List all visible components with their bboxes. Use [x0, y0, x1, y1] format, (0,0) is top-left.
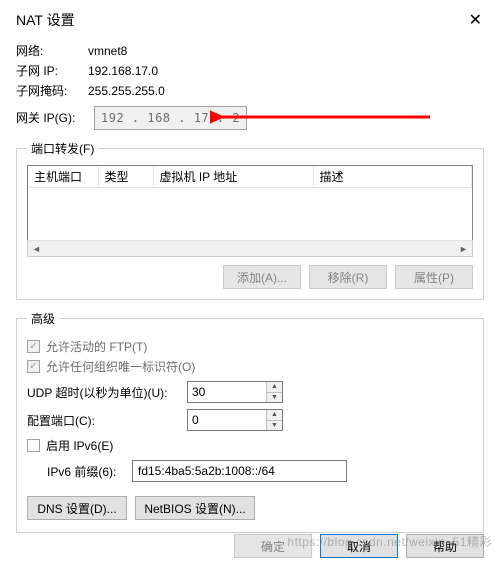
col-type[interactable]: 类型	[98, 166, 153, 188]
config-port-input[interactable]	[188, 410, 266, 430]
netbios-settings-button[interactable]: NetBIOS 设置(N)...	[135, 496, 255, 520]
help-button[interactable]: 帮助	[406, 534, 484, 558]
config-port-label: 配置端口(C):	[27, 412, 187, 429]
ipv6-prefix-input[interactable]	[132, 460, 347, 482]
allow-active-ftp-label: 允许活动的 FTP(T)	[46, 338, 147, 355]
advanced-legend: 高级	[27, 310, 59, 327]
col-description[interactable]: 描述	[313, 166, 472, 188]
properties-button[interactable]: 属性(P)	[395, 265, 473, 289]
port-forwarding-group: 端口转发(F) 主机端口 类型 虚拟机 IP 地址 描述 ◄ ► 添加(A)..…	[16, 140, 484, 300]
enable-ipv6-label: 启用 IPv6(E)	[46, 437, 113, 454]
add-button[interactable]: 添加(A)...	[223, 265, 301, 289]
ipv6-prefix-label: IPv6 前缀(6):	[47, 463, 132, 480]
remove-button[interactable]: 移除(R)	[309, 265, 387, 289]
spin-up-icon[interactable]: ▲	[267, 382, 282, 393]
allow-any-oui-checkbox[interactable]: ✓	[27, 360, 40, 373]
subnet-mask-label: 子网掩码:	[16, 82, 88, 100]
dialog-title: NAT 设置	[16, 10, 75, 30]
allow-active-ftp-checkbox[interactable]: ✓	[27, 340, 40, 353]
port-forwarding-legend: 端口转发(F)	[27, 140, 98, 157]
port-forwarding-table[interactable]: 主机端口 类型 虚拟机 IP 地址 描述	[27, 165, 473, 241]
scroll-left-icon[interactable]: ◄	[28, 241, 45, 256]
spin-up-icon[interactable]: ▲	[267, 410, 282, 421]
dns-settings-button[interactable]: DNS 设置(D)...	[27, 496, 127, 520]
subnet-mask-value: 255.255.255.0	[88, 82, 165, 100]
udp-timeout-input[interactable]	[188, 382, 266, 402]
spin-down-icon[interactable]: ▼	[267, 393, 282, 403]
table-header-row: 主机端口 类型 虚拟机 IP 地址 描述	[28, 166, 472, 188]
spin-down-icon[interactable]: ▼	[267, 421, 282, 431]
ok-button[interactable]: 确定	[234, 534, 312, 558]
gateway-ip-label: 网关 IP(G):	[16, 109, 94, 127]
network-label: 网络:	[16, 42, 88, 60]
col-host-port[interactable]: 主机端口	[28, 166, 98, 188]
cancel-button[interactable]: 取消	[320, 534, 398, 558]
allow-any-oui-label: 允许任何组织唯一标识符(O)	[46, 358, 195, 375]
gateway-ip-field[interactable]: 192 . 168 . 17 . 2	[94, 106, 247, 130]
subnet-ip-label: 子网 IP:	[16, 62, 88, 80]
subnet-ip-value: 192.168.17.0	[88, 62, 158, 80]
enable-ipv6-checkbox[interactable]: ✓	[27, 439, 40, 452]
network-value: vmnet8	[88, 42, 127, 60]
advanced-group: 高级 ✓ 允许活动的 FTP(T) ✓ 允许任何组织唯一标识符(O) UDP 超…	[16, 310, 484, 533]
col-vm-ip[interactable]: 虚拟机 IP 地址	[153, 166, 313, 188]
config-port-spinner[interactable]: ▲ ▼	[187, 409, 283, 431]
horizontal-scrollbar[interactable]: ◄ ►	[27, 240, 473, 257]
close-icon[interactable]: ✕	[463, 8, 488, 32]
udp-timeout-spinner[interactable]: ▲ ▼	[187, 381, 283, 403]
scroll-right-icon[interactable]: ►	[455, 241, 472, 256]
udp-timeout-label: UDP 超时(以秒为单位)(U):	[27, 384, 187, 401]
